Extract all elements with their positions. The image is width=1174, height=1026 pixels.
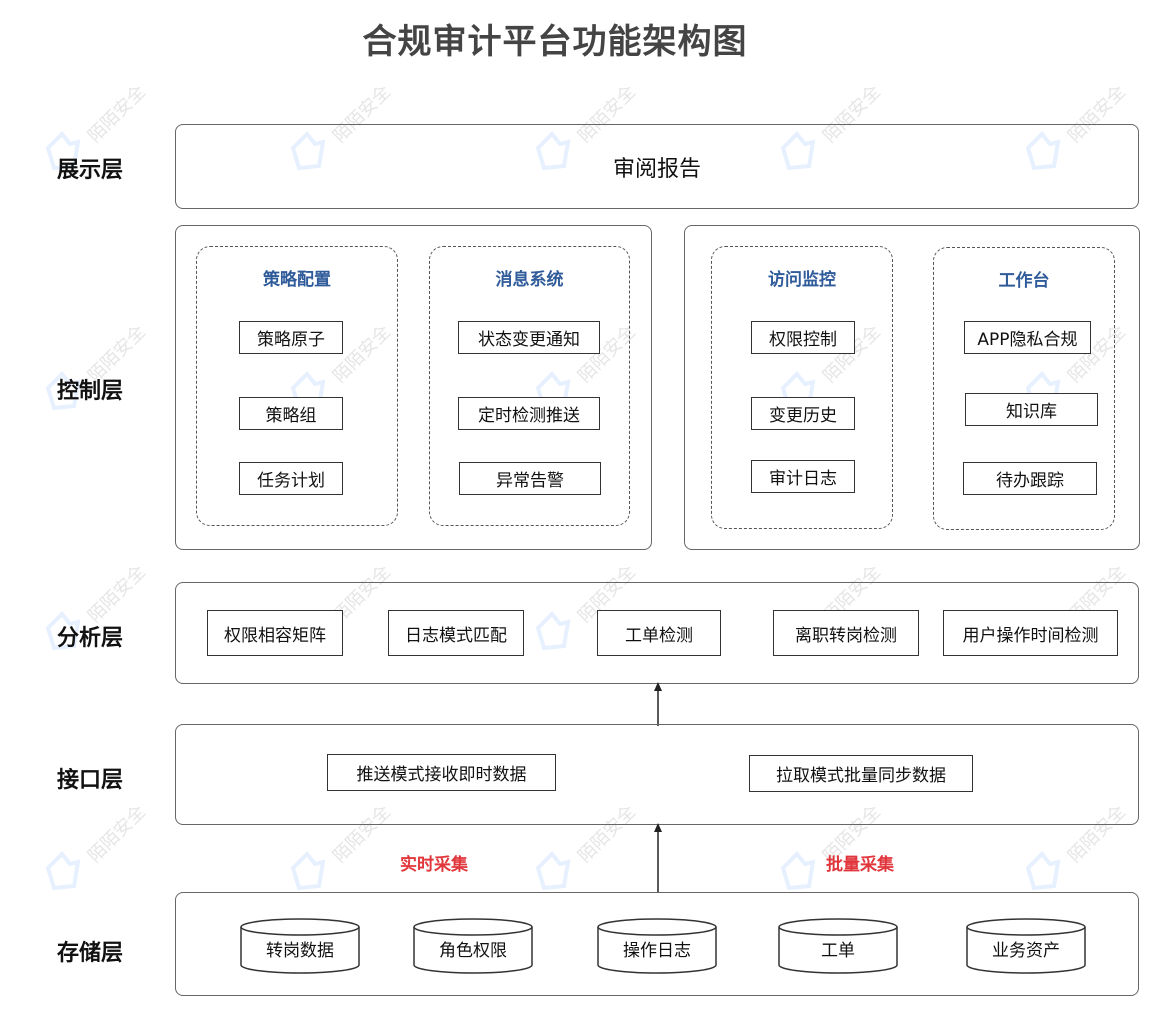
db-label: 角色权限 [439,941,507,961]
item-policy-group: 策略组 [239,397,343,430]
watermark-text: 陌陌安全 [84,801,150,867]
item-scheduled-detection-push: 定时检测推送 [458,397,600,430]
item-change-history: 变更历史 [751,397,855,430]
layer-label-control: 控制层 [56,379,123,404]
item-audit-log: 审计日志 [751,460,855,493]
db-label: 业务资产 [992,941,1060,961]
watermark-text: 陌陌安全 [84,81,150,147]
db-business-assets: 业务资产 [966,918,1086,974]
item-pull-mode-batch: 拉取模式批量同步数据 [749,755,973,792]
db-label: 操作日志 [623,941,691,961]
layer-label-presentation: 展示层 [56,158,123,183]
watermark-logo-icon [40,850,84,894]
watermark-logo-icon [1020,850,1064,894]
watermark-logo-icon [530,850,574,894]
db-label: 转岗数据 [266,941,334,961]
watermark-logo-icon [285,850,329,894]
item-log-pattern-match: 日志模式匹配 [388,610,524,656]
db-operation-log: 操作日志 [597,918,717,974]
item-user-operation-time-detection: 用户操作时间检测 [943,610,1118,656]
group-title: 策略配置 [263,270,331,290]
review-report: 审阅报告 [612,156,701,182]
layer-label-analysis: 分析层 [56,626,123,651]
arrow-interface-to-analysis [654,682,662,726]
item-policy-atom: 策略原子 [239,321,343,354]
group-title: 访问监控 [768,270,836,290]
item-ticket-detection: 工单检测 [597,610,721,656]
item-push-mode-realtime: 推送模式接收即时数据 [327,754,556,791]
arrow-storage-to-interface [654,823,662,893]
item-todo-tracking: 待办跟踪 [963,462,1097,495]
layer-label-interface: 接口层 [56,768,123,793]
db-tickets: 工单 [778,918,898,974]
layer-label-storage: 存储层 [56,941,123,966]
diagram-title: 合规审计平台功能架构图 [362,22,748,62]
group-title: 消息系统 [495,270,564,290]
realtime-collection-label: 实时采集 [400,855,468,875]
watermark-text: 陌陌安全 [84,561,150,627]
item-anomaly-alert: 异常告警 [459,462,601,495]
interface-layer-panel [175,724,1139,825]
db-role-permissions: 角色权限 [413,918,533,974]
item-permission-compat-matrix: 权限相容矩阵 [207,610,343,656]
item-app-privacy-compliance: APP隐私合规 [964,321,1091,354]
db-label: 工单 [821,941,855,961]
db-transfer-data: 转岗数据 [240,918,360,974]
item-knowledge-base: 知识库 [965,393,1098,426]
item-resignation-transfer-detection: 离职转岗检测 [773,610,919,656]
item-status-change-notice: 状态变更通知 [458,321,600,354]
item-task-plan: 任务计划 [239,462,343,495]
presentation-layer-panel: 审阅报告 [175,124,1139,209]
batch-collection-label: 批量采集 [826,855,894,875]
item-permission-control: 权限控制 [751,321,855,354]
group-title: 工作台 [998,271,1050,291]
